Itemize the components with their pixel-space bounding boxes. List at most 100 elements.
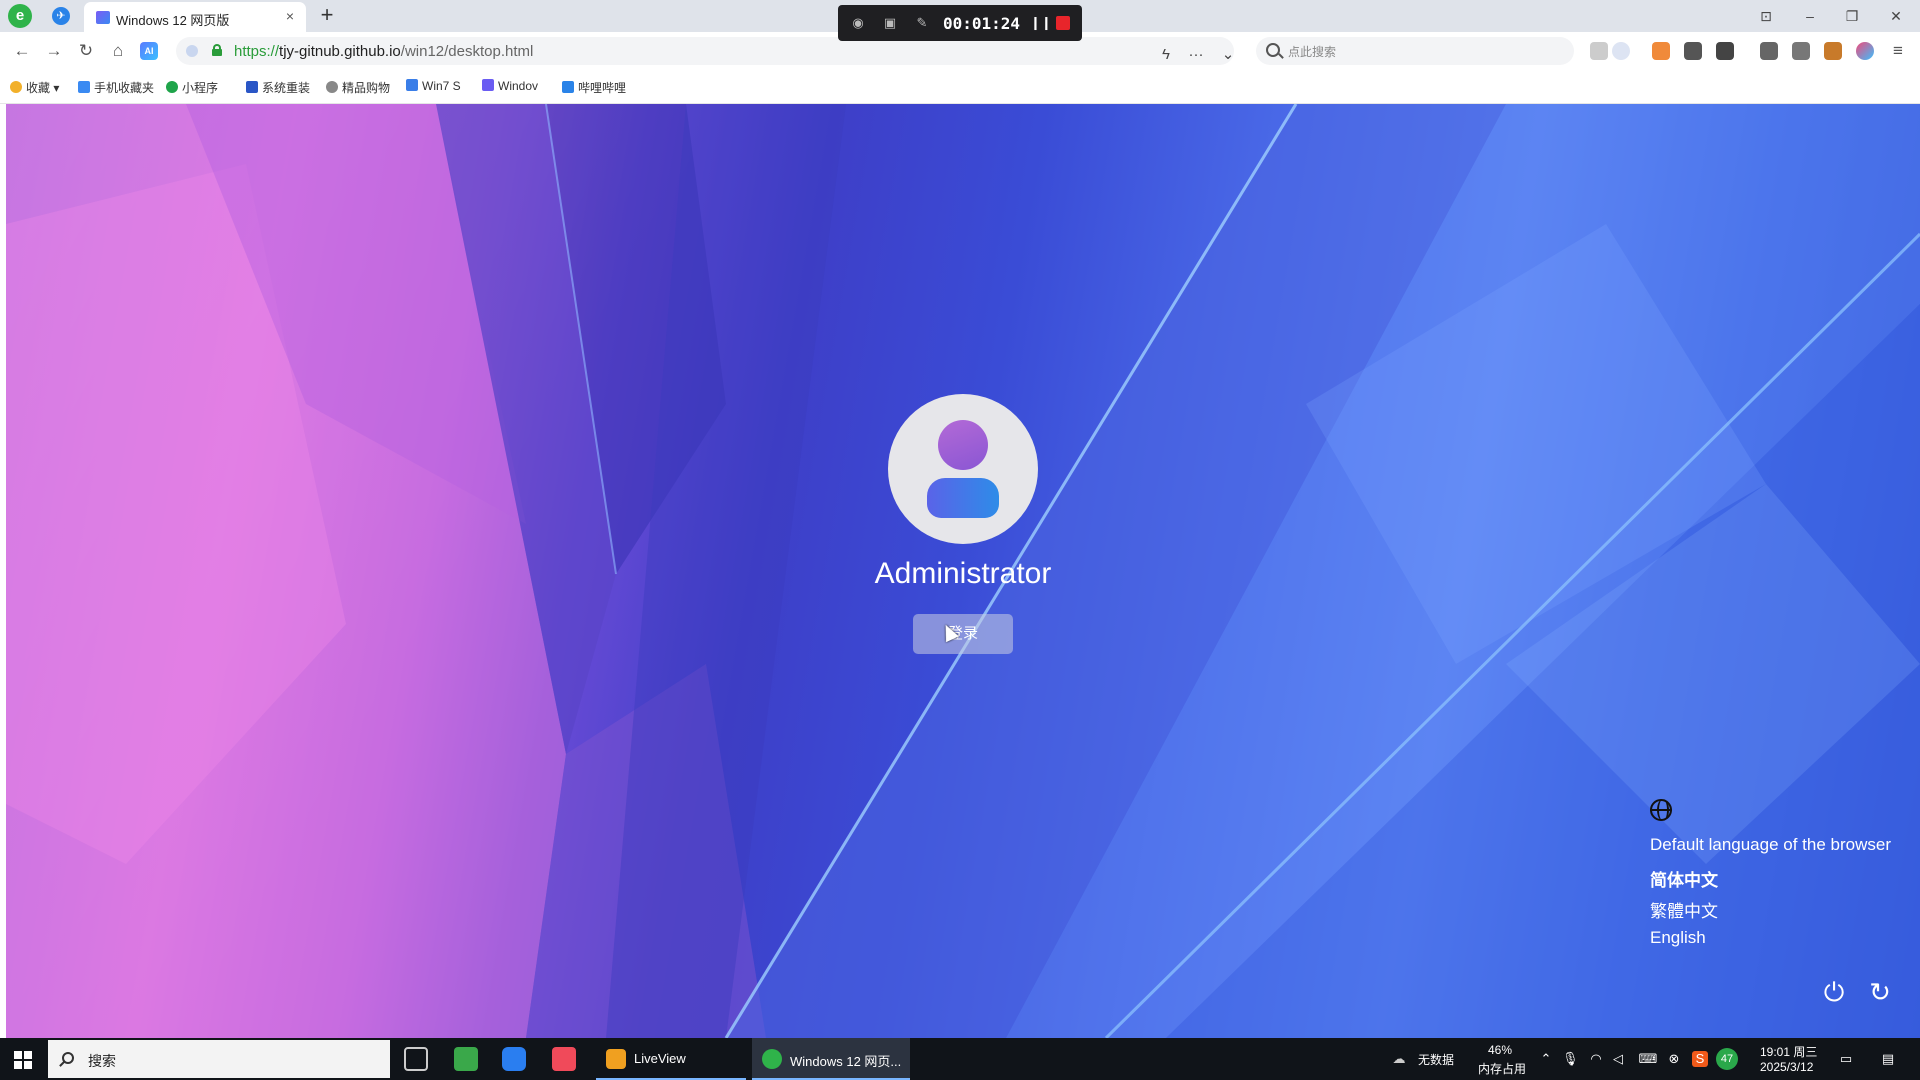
camera-icon[interactable]: ▣ xyxy=(882,15,898,31)
app-icon-blue[interactable] xyxy=(502,1047,526,1071)
taskbar-app-windows12[interactable]: Windows 12 网页... xyxy=(752,1038,910,1080)
new-tab-button[interactable]: + xyxy=(316,4,338,26)
tab-windows12[interactable]: Windows 12 网页版 × xyxy=(84,2,306,32)
memory-percent[interactable]: 46% xyxy=(1488,1043,1512,1057)
language-option-default[interactable]: Default language of the browser xyxy=(1650,835,1891,855)
back-button[interactable]: ← xyxy=(12,41,32,61)
url-text[interactable]: https://tjy-gitnub.github.io/win12/deskt… xyxy=(234,43,533,60)
avatar-head-icon xyxy=(938,420,988,470)
avatar-body-icon xyxy=(927,478,999,518)
app-icon-red[interactable] xyxy=(552,1047,576,1071)
bookmark-windows[interactable]: Windov xyxy=(482,79,538,93)
search-icon xyxy=(62,1052,74,1064)
search-box[interactable]: 点此搜索 xyxy=(1256,37,1574,65)
cloud-icon[interactable]: ☁ xyxy=(1388,1051,1410,1067)
liveview-icon xyxy=(606,1049,626,1069)
tab-title: Windows 12 网页版 xyxy=(116,13,230,28)
eye-icon[interactable]: ◉ xyxy=(850,15,866,31)
start-button[interactable] xyxy=(14,1051,32,1069)
notification-icon[interactable]: ▤ xyxy=(1880,1051,1896,1067)
search-placeholder: 点此搜索 xyxy=(1288,45,1337,59)
menu-icon[interactable]: ≡ xyxy=(1888,41,1908,61)
clock-time[interactable]: 19:01 周三 xyxy=(1760,1043,1817,1060)
taskbar-search-box[interactable]: 搜索 xyxy=(48,1040,390,1078)
keyboard-icon[interactable]: ⌨ xyxy=(1638,1051,1658,1067)
app-tray-icon[interactable]: S xyxy=(1692,1051,1708,1067)
lightning-icon[interactable]: ϟ xyxy=(1156,45,1176,65)
star-icon xyxy=(10,81,22,93)
pen-icon[interactable]: ✎ xyxy=(914,15,930,31)
volume-icon[interactable]: ◁ xyxy=(1610,1051,1626,1067)
bookmark-mobile[interactable]: 手机收藏夹 xyxy=(78,79,154,96)
ai-assistant-icon[interactable]: AI xyxy=(140,42,158,60)
lock-icon[interactable] xyxy=(212,44,222,56)
chevron-up-icon[interactable]: ⌃ xyxy=(1538,1051,1554,1067)
color-extension-icon[interactable] xyxy=(1856,42,1874,60)
screen-recorder-toolbar: ◉ ▣ ✎ 00:01:24 ❙❙ xyxy=(838,5,1082,41)
windows-icon xyxy=(482,79,494,91)
more-options-icon[interactable]: ··· xyxy=(1186,45,1206,65)
microphone-icon[interactable]: 🎙 xyxy=(1562,1051,1579,1067)
toggle-extension-icon[interactable] xyxy=(1612,42,1630,60)
show-desktop-icon[interactable]: ▭ xyxy=(1838,1051,1854,1067)
download-icon[interactable] xyxy=(1760,42,1778,60)
language-option-traditional-chinese[interactable]: 繁體中文 xyxy=(1650,897,1718,922)
miniprogram-icon xyxy=(166,81,178,93)
pin-extension-icon[interactable] xyxy=(1716,42,1734,60)
browser-logo-icon[interactable]: e xyxy=(8,4,32,28)
bookmark-win7[interactable]: Win7 S xyxy=(406,79,461,93)
language-option-simplified-chinese[interactable]: 简体中文 xyxy=(1650,866,1718,891)
restart-icon[interactable]: ↻ xyxy=(1866,978,1894,1006)
game-extension-icon[interactable] xyxy=(1652,42,1670,60)
screenshot-extension-icon[interactable] xyxy=(1684,42,1702,60)
phone-icon xyxy=(78,81,90,93)
globe-icon xyxy=(1650,799,1672,821)
close-circle-icon[interactable]: ⊗ xyxy=(1666,1051,1682,1067)
language-option-english[interactable]: English xyxy=(1650,928,1706,948)
login-button[interactable]: 登录 xyxy=(913,614,1013,654)
forward-button[interactable]: → xyxy=(44,41,64,61)
bookmark-favorites[interactable]: 收藏 ▾ xyxy=(10,79,59,96)
bookmark-bilibili[interactable]: 哔哩哔哩 xyxy=(562,79,626,96)
tab-close-button[interactable]: × xyxy=(282,8,298,24)
scissors-icon[interactable] xyxy=(1590,42,1608,60)
power-icon[interactable]: ⏻ xyxy=(1820,978,1848,1006)
lock-screen: Administrator 登录 Default language of the… xyxy=(6,104,1920,1038)
weather-text[interactable]: 无数据 xyxy=(1418,1051,1454,1068)
history-icon[interactable] xyxy=(1792,42,1810,60)
memory-label[interactable]: 内存占用 xyxy=(1478,1060,1526,1077)
pinned-tab-icon[interactable]: ✈ xyxy=(52,7,70,25)
bookmark-miniprogram[interactable]: 小程序 xyxy=(166,79,218,96)
address-bar[interactable]: https://tjy-gitnub.github.io/win12/deskt… xyxy=(176,37,1234,65)
clock-date[interactable]: 2025/3/12 xyxy=(1760,1060,1813,1074)
tray-badge[interactable]: 47 xyxy=(1716,1048,1738,1070)
home-button[interactable]: ⌂ xyxy=(108,41,128,61)
recording-timer: 00:01:24 xyxy=(943,14,1021,33)
minimize-button[interactable]: – xyxy=(1800,6,1820,26)
task-view-icon[interactable] xyxy=(404,1047,428,1071)
chevron-down-icon[interactable]: ⌄ xyxy=(1218,45,1238,65)
username-label: Administrator xyxy=(874,557,1052,590)
taskbar: 搜索 LiveView Windows 12 网页... ☁ 无数据 46% 内… xyxy=(0,1038,1920,1080)
user-avatar xyxy=(888,394,1038,544)
stop-record-button[interactable] xyxy=(1056,16,1070,30)
search-icon xyxy=(1266,43,1280,57)
wifi-icon[interactable]: ◠ xyxy=(1588,1051,1604,1067)
site-info-icon[interactable] xyxy=(186,45,198,57)
taskbar-app-liveview[interactable]: LiveView xyxy=(596,1038,746,1080)
pause-icon[interactable]: ❙❙ xyxy=(1030,15,1052,31)
tab-list-icon[interactable]: ⊡ xyxy=(1756,6,1776,26)
taskbar-app-label: Windows 12 网页... xyxy=(790,1054,902,1069)
bookmark-shopping[interactable]: 精品购物 xyxy=(326,79,390,96)
wallet-extension-icon[interactable] xyxy=(1824,42,1842,60)
screen: e ✈ Windows 12 网页版 × + ⊡ – ❐ ✕ ◉ ▣ ✎ 00:… xyxy=(0,0,1920,1080)
reload-button[interactable]: ↻ xyxy=(76,41,96,61)
taskbar-search-label: 搜索 xyxy=(88,1053,116,1069)
bookmark-reinstall[interactable]: 系统重装 xyxy=(246,79,310,96)
restore-button[interactable]: ❐ xyxy=(1842,6,1862,26)
win7-icon xyxy=(406,79,418,91)
close-window-button[interactable]: ✕ xyxy=(1886,6,1906,26)
taskbar-app-label: LiveView xyxy=(634,1051,686,1066)
app-icon-green[interactable] xyxy=(454,1047,478,1071)
globe-small-icon xyxy=(326,81,338,93)
